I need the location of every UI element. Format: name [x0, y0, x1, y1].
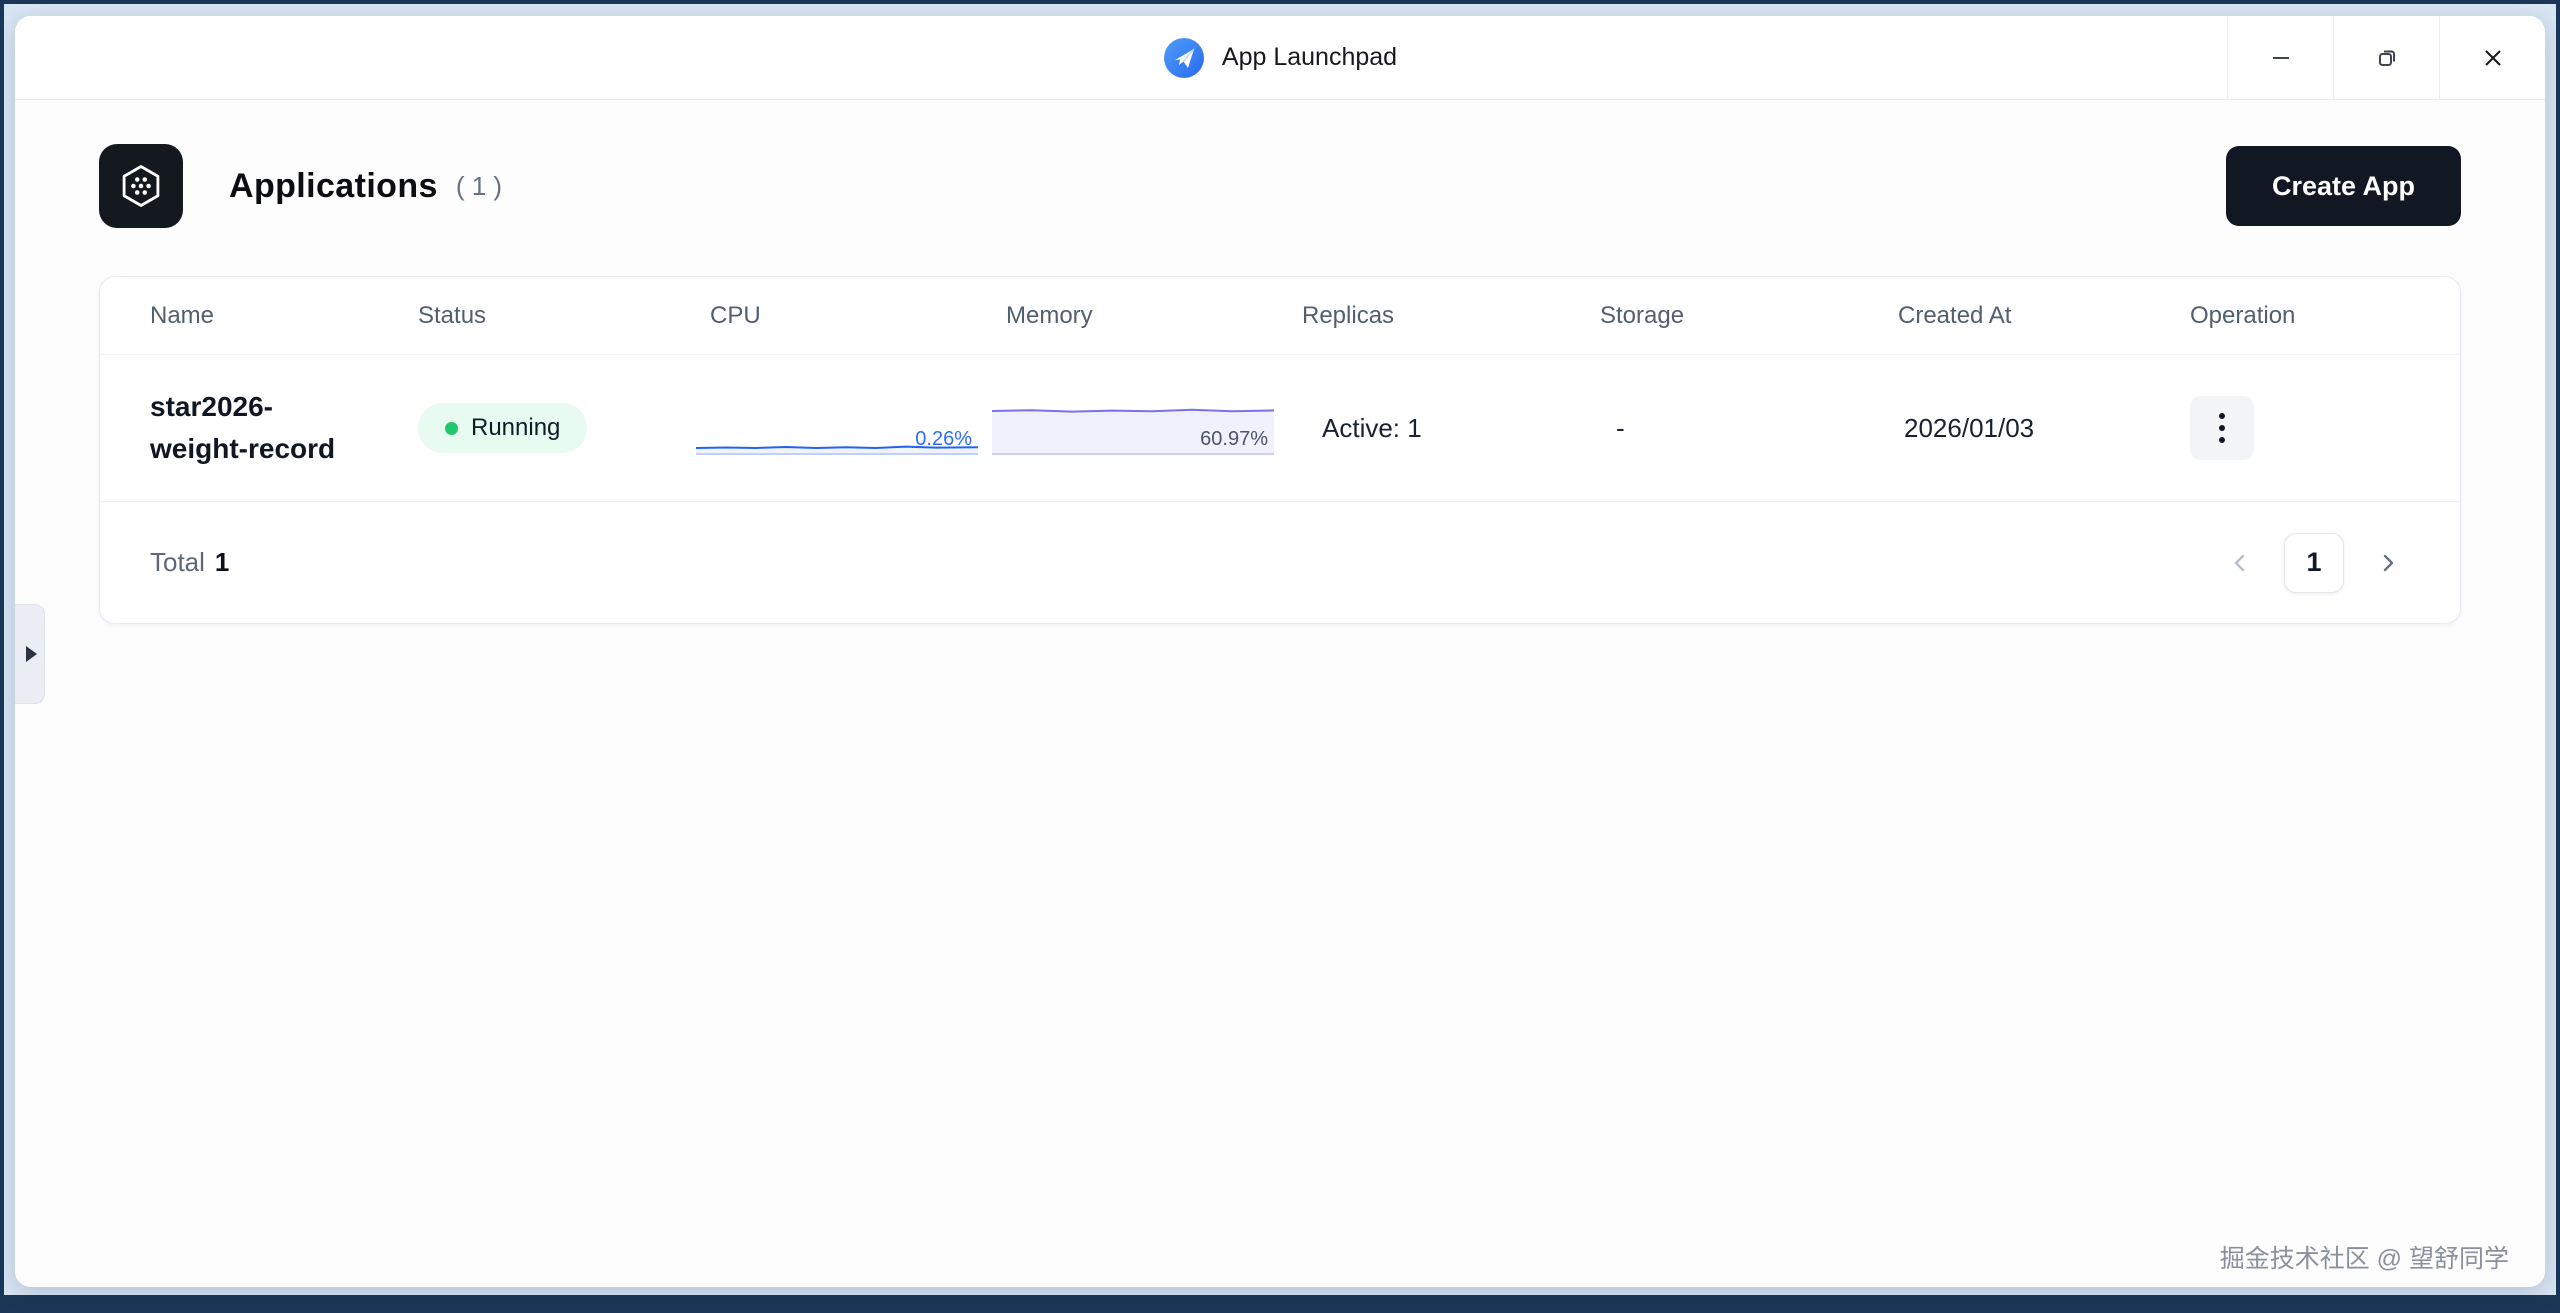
- table-row[interactable]: star2026-weight-record Running: [100, 355, 2460, 501]
- applications-table-card: Name Status CPU Memory Replicas Storage …: [99, 276, 2461, 624]
- status-badge: Running: [418, 403, 587, 453]
- launchpad-logo-icon: [1163, 37, 1205, 79]
- close-button[interactable]: [2439, 16, 2545, 99]
- sidebar-expand-handle[interactable]: [15, 604, 45, 704]
- page-1-button[interactable]: 1: [2284, 533, 2344, 593]
- cpu-sparkline: 0.26%: [696, 401, 978, 455]
- replicas-value: Active: 1: [1302, 413, 1600, 444]
- row-menu-button[interactable]: [2190, 396, 2254, 460]
- chevron-left-icon: [2229, 552, 2251, 574]
- status-label: Running: [471, 414, 560, 442]
- restore-button[interactable]: [2333, 16, 2439, 99]
- titlebar: App Launchpad: [15, 16, 2545, 100]
- kebab-menu-icon: [2219, 413, 2225, 419]
- next-page-button[interactable]: [2366, 541, 2410, 585]
- cpu-cell: 0.26%: [710, 401, 1006, 455]
- close-icon: [2480, 45, 2506, 71]
- desktop-background: App Launchpad: [4, 4, 2556, 1295]
- prev-page-button[interactable]: [2218, 541, 2262, 585]
- hexagon-dots-icon: [115, 160, 167, 212]
- total-label: Total1: [150, 547, 229, 578]
- column-header-replicas: Replicas: [1302, 302, 1600, 330]
- memory-sparkline: 60.97%: [992, 401, 1274, 455]
- column-header-memory: Memory: [1006, 302, 1302, 330]
- column-header-operation: Operation: [2190, 302, 2410, 330]
- storage-value: -: [1600, 413, 1898, 444]
- cpu-value: 0.26%: [915, 428, 972, 451]
- minimize-button[interactable]: [2227, 16, 2333, 99]
- watermark: 掘金技术社区 @ 望舒同学: [2220, 1239, 2509, 1275]
- applications-count: ( 1 ): [456, 171, 502, 202]
- content: Applications ( 1 ) Create App Name Statu…: [15, 100, 2545, 1286]
- titlebar-title: App Launchpad: [1163, 37, 1397, 79]
- table-header-row: Name Status CPU Memory Replicas Storage …: [100, 277, 2460, 355]
- column-header-cpu: CPU: [710, 302, 1006, 330]
- page-title: Applications: [229, 167, 438, 206]
- window-title: App Launchpad: [1222, 43, 1397, 72]
- memory-cell: 60.97%: [1006, 401, 1302, 455]
- pagination: 1: [2218, 533, 2410, 593]
- applications-icon: [99, 144, 183, 228]
- page-header: Applications ( 1 ) Create App: [99, 100, 2461, 228]
- total-value: 1: [215, 547, 229, 577]
- column-header-status: Status: [418, 302, 710, 330]
- status-cell: Running: [418, 403, 710, 453]
- status-dot-icon: [445, 422, 458, 435]
- app-launchpad-window: App Launchpad: [15, 16, 2545, 1287]
- column-header-storage: Storage: [1600, 302, 1898, 330]
- column-header-name: Name: [150, 302, 418, 330]
- chevron-right-icon: [2377, 552, 2399, 574]
- memory-value: 60.97%: [1200, 428, 1268, 451]
- screen: App Launchpad: [0, 0, 2560, 1313]
- table-footer: Total1 1: [100, 501, 2460, 623]
- app-name: star2026-weight-record: [150, 386, 418, 470]
- column-header-created-at: Created At: [1898, 302, 2190, 330]
- window-controls: [2227, 16, 2545, 99]
- restore-icon: [2374, 45, 2400, 71]
- created-at-value: 2026/01/03: [1898, 413, 2190, 444]
- operation-cell: [2190, 396, 2410, 460]
- chevron-right-handle-icon: [26, 646, 37, 662]
- create-app-button[interactable]: Create App: [2226, 146, 2461, 226]
- minimize-icon: [2268, 45, 2294, 71]
